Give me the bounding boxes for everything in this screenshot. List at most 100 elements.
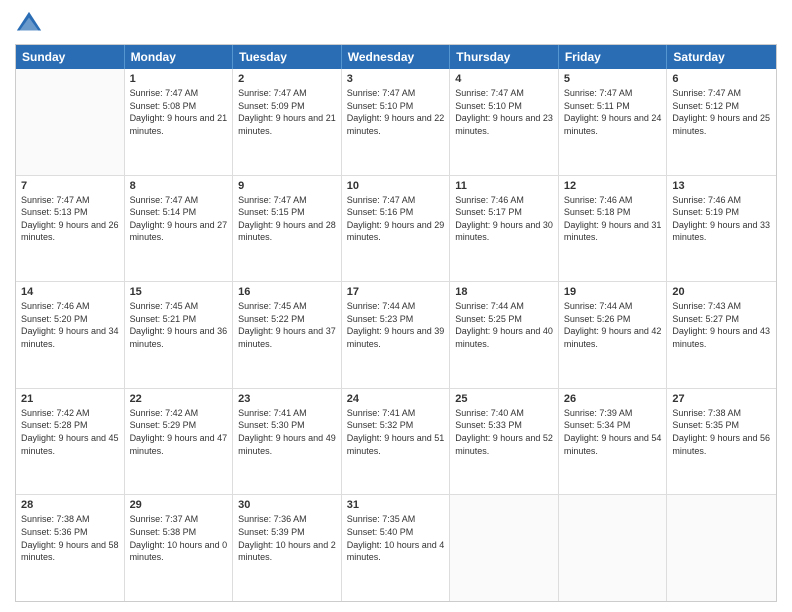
day-number: 19 (564, 286, 662, 298)
day-number: 31 (347, 499, 445, 511)
calendar-cell: 31 Sunrise: 7:35 AMSunset: 5:40 PMDayligh… (342, 495, 451, 601)
day-info: Sunrise: 7:47 AMSunset: 5:10 PMDaylight:… (455, 87, 553, 137)
day-info: Sunrise: 7:47 AMSunset: 5:09 PMDaylight:… (238, 87, 336, 137)
day-number: 11 (455, 180, 553, 192)
calendar-week: 7 Sunrise: 7:47 AMSunset: 5:13 PMDaylight… (16, 176, 776, 283)
day-info: Sunrise: 7:44 AMSunset: 5:25 PMDaylight:… (455, 300, 553, 350)
header (15, 10, 777, 38)
calendar-cell: 14 Sunrise: 7:46 AMSunset: 5:20 PMDayligh… (16, 282, 125, 388)
day-number: 14 (21, 286, 119, 298)
calendar-cell: 25Sunrise: 7:40 AMSunset: 5:33 PMDayligh… (450, 389, 559, 495)
calendar-week: 28Sunrise: 7:38 AMSunset: 5:36 PMDayligh… (16, 495, 776, 601)
page: SundayMondayTuesdayWednesdayThursdayFrid… (0, 0, 792, 612)
calendar-cell: 27 Sunrise: 7:38 AMSunset: 5:35 PMDayligh… (667, 389, 776, 495)
day-number: 8 (130, 180, 228, 192)
calendar-cell: 12 Sunrise: 7:46 AMSunset: 5:18 PMDayligh… (559, 176, 668, 282)
calendar-cell (667, 495, 776, 601)
calendar-header-cell: Wednesday (342, 45, 451, 69)
calendar-cell: 20 Sunrise: 7:43 AMSunset: 5:27 PMDayligh… (667, 282, 776, 388)
day-info: Sunrise: 7:42 AMSunset: 5:29 PMDaylight:… (130, 407, 228, 457)
day-info: Sunrise: 7:42 AMSunset: 5:28 PMDaylight:… (21, 407, 119, 457)
calendar-cell: 26 Sunrise: 7:39 AMSunset: 5:34 PMDayligh… (559, 389, 668, 495)
day-info: Sunrise: 7:47 AMSunset: 5:14 PMDaylight:… (130, 194, 228, 244)
calendar-cell (559, 495, 668, 601)
calendar-cell: 10Sunrise: 7:47 AMSunset: 5:16 PMDayligh… (342, 176, 451, 282)
day-info: Sunrise: 7:43 AMSunset: 5:27 PMDaylight:… (672, 300, 771, 350)
calendar-cell: 24 Sunrise: 7:41 AMSunset: 5:32 PMDayligh… (342, 389, 451, 495)
calendar-cell: 21 Sunrise: 7:42 AMSunset: 5:28 PMDayligh… (16, 389, 125, 495)
day-number: 23 (238, 393, 336, 405)
calendar-body: 1Sunrise: 7:47 AMSunset: 5:08 PMDaylight… (16, 69, 776, 601)
day-number: 13 (672, 180, 771, 192)
calendar-cell: 29Sunrise: 7:37 AMSunset: 5:38 PMDayligh… (125, 495, 234, 601)
calendar-header-cell: Thursday (450, 45, 559, 69)
day-info: Sunrise: 7:46 AMSunset: 5:20 PMDaylight:… (21, 300, 119, 350)
calendar-cell: 16Sunrise: 7:45 AMSunset: 5:22 PMDayligh… (233, 282, 342, 388)
day-info: Sunrise: 7:46 AMSunset: 5:18 PMDaylight:… (564, 194, 662, 244)
day-number: 18 (455, 286, 553, 298)
day-number: 6 (672, 73, 771, 85)
calendar-header-cell: Monday (125, 45, 234, 69)
day-info: Sunrise: 7:36 AMSunset: 5:39 PMDaylight:… (238, 513, 336, 563)
logo (15, 10, 47, 38)
day-number: 12 (564, 180, 662, 192)
calendar-header-row: SundayMondayTuesdayWednesdayThursdayFrid… (16, 45, 776, 69)
calendar-cell: 15 Sunrise: 7:45 AMSunset: 5:21 PMDayligh… (125, 282, 234, 388)
calendar-header-cell: Friday (559, 45, 668, 69)
calendar-header-cell: Tuesday (233, 45, 342, 69)
logo-icon (15, 10, 43, 38)
day-info: Sunrise: 7:38 AMSunset: 5:35 PMDaylight:… (672, 407, 771, 457)
day-number: 26 (564, 393, 662, 405)
calendar-cell: 11Sunrise: 7:46 AMSunset: 5:17 PMDayligh… (450, 176, 559, 282)
day-number: 27 (672, 393, 771, 405)
day-info: Sunrise: 7:41 AMSunset: 5:30 PMDaylight:… (238, 407, 336, 457)
day-info: Sunrise: 7:44 AMSunset: 5:23 PMDaylight:… (347, 300, 445, 350)
day-info: Sunrise: 7:45 AMSunset: 5:21 PMDaylight:… (130, 300, 228, 350)
day-info: Sunrise: 7:41 AMSunset: 5:32 PMDaylight:… (347, 407, 445, 457)
calendar-cell: 28Sunrise: 7:38 AMSunset: 5:36 PMDayligh… (16, 495, 125, 601)
calendar-header-cell: Saturday (667, 45, 776, 69)
calendar-week: 21 Sunrise: 7:42 AMSunset: 5:28 PMDayligh… (16, 389, 776, 496)
day-number: 20 (672, 286, 771, 298)
day-number: 9 (238, 180, 336, 192)
day-number: 3 (347, 73, 445, 85)
calendar-cell: 1Sunrise: 7:47 AMSunset: 5:08 PMDaylight… (125, 69, 234, 175)
calendar-week: 1Sunrise: 7:47 AMSunset: 5:08 PMDaylight… (16, 69, 776, 176)
calendar-cell (16, 69, 125, 175)
day-number: 29 (130, 499, 228, 511)
calendar-cell (450, 495, 559, 601)
calendar-cell: 17Sunrise: 7:44 AMSunset: 5:23 PMDayligh… (342, 282, 451, 388)
calendar-cell: 23 Sunrise: 7:41 AMSunset: 5:30 PMDayligh… (233, 389, 342, 495)
day-number: 22 (130, 393, 228, 405)
calendar-cell: 2 Sunrise: 7:47 AMSunset: 5:09 PMDaylight… (233, 69, 342, 175)
day-number: 7 (21, 180, 119, 192)
day-number: 10 (347, 180, 445, 192)
day-number: 21 (21, 393, 119, 405)
day-info: Sunrise: 7:47 AMSunset: 5:10 PMDaylight:… (347, 87, 445, 137)
day-number: 15 (130, 286, 228, 298)
calendar-cell: 4 Sunrise: 7:47 AMSunset: 5:10 PMDaylight… (450, 69, 559, 175)
day-info: Sunrise: 7:47 AMSunset: 5:13 PMDaylight:… (21, 194, 119, 244)
calendar: SundayMondayTuesdayWednesdayThursdayFrid… (15, 44, 777, 602)
day-number: 1 (130, 73, 228, 85)
calendar-cell: 6 Sunrise: 7:47 AMSunset: 5:12 PMDaylight… (667, 69, 776, 175)
day-number: 2 (238, 73, 336, 85)
calendar-cell: 18 Sunrise: 7:44 AMSunset: 5:25 PMDayligh… (450, 282, 559, 388)
day-info: Sunrise: 7:47 AMSunset: 5:12 PMDaylight:… (672, 87, 771, 137)
day-number: 4 (455, 73, 553, 85)
calendar-cell: 9Sunrise: 7:47 AMSunset: 5:15 PMDaylight… (233, 176, 342, 282)
day-number: 16 (238, 286, 336, 298)
calendar-cell: 19 Sunrise: 7:44 AMSunset: 5:26 PMDayligh… (559, 282, 668, 388)
day-info: Sunrise: 7:39 AMSunset: 5:34 PMDaylight:… (564, 407, 662, 457)
day-info: Sunrise: 7:38 AMSunset: 5:36 PMDaylight:… (21, 513, 119, 563)
day-number: 25 (455, 393, 553, 405)
day-info: Sunrise: 7:44 AMSunset: 5:26 PMDaylight:… (564, 300, 662, 350)
calendar-cell: 13Sunrise: 7:46 AMSunset: 5:19 PMDayligh… (667, 176, 776, 282)
day-info: Sunrise: 7:47 AMSunset: 5:11 PMDaylight:… (564, 87, 662, 137)
calendar-cell: 5Sunrise: 7:47 AMSunset: 5:11 PMDaylight… (559, 69, 668, 175)
calendar-cell: 30Sunrise: 7:36 AMSunset: 5:39 PMDayligh… (233, 495, 342, 601)
calendar-week: 14 Sunrise: 7:46 AMSunset: 5:20 PMDayligh… (16, 282, 776, 389)
calendar-cell: 22 Sunrise: 7:42 AMSunset: 5:29 PMDayligh… (125, 389, 234, 495)
day-info: Sunrise: 7:35 AMSunset: 5:40 PMDaylight:… (347, 513, 445, 563)
day-number: 24 (347, 393, 445, 405)
